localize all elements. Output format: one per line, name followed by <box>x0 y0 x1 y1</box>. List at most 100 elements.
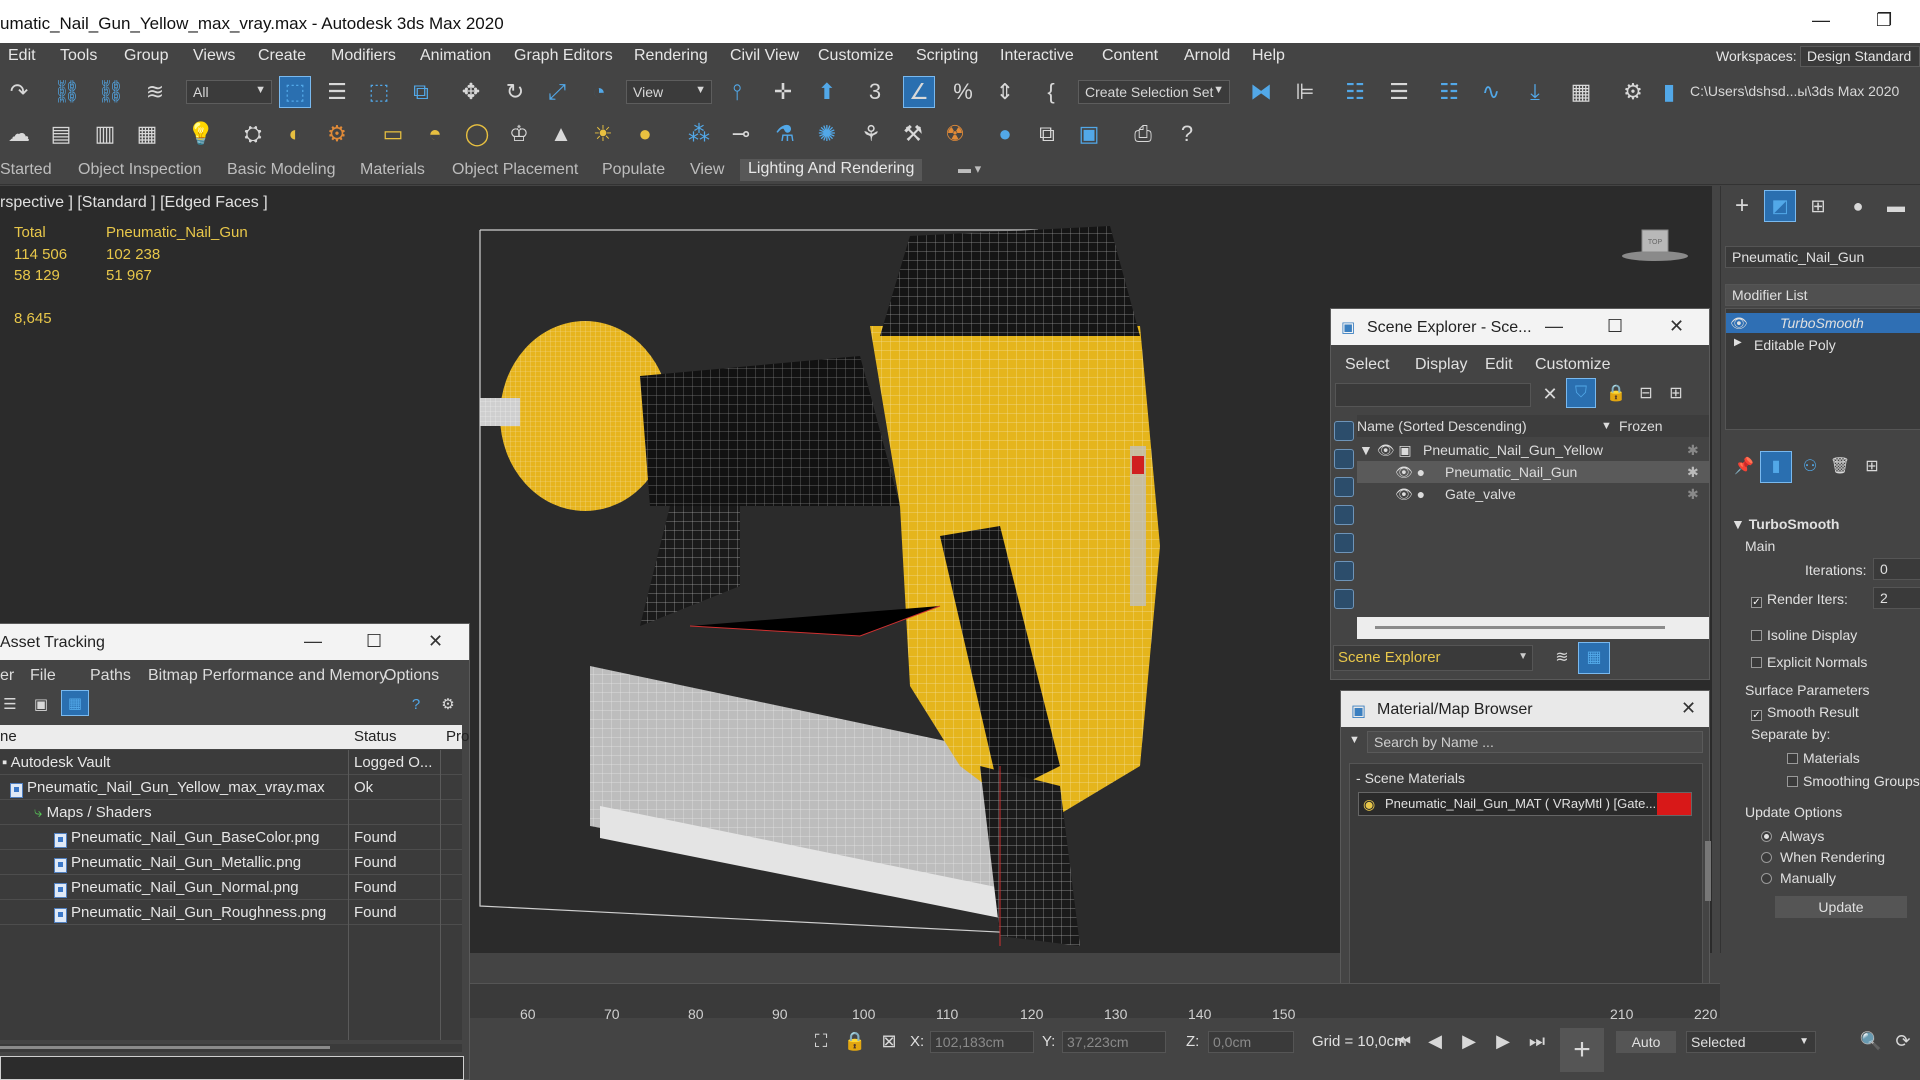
proxy-icon[interactable]: ⚒ <box>898 119 928 149</box>
material-item[interactable]: ◉ Pneumatic_Nail_Gun_MAT ( VRayMtl ) [Ga… <box>1358 792 1692 816</box>
material-search-input[interactable]: Search by Name ... <box>1367 731 1703 753</box>
undo-icon[interactable]: ↷ <box>4 77 34 107</box>
fur-icon[interactable]: ⚘ <box>856 119 886 149</box>
lock-icon[interactable]: 🔒 <box>1601 379 1631 409</box>
minimize-icon[interactable]: — <box>304 631 322 652</box>
hierarchy-icon[interactable]: ⊟ <box>1631 379 1661 409</box>
expand-arrow-icon[interactable]: ▶ <box>1734 337 1742 348</box>
col-frozen[interactable]: Frozen <box>1619 418 1663 434</box>
render-settings-icon[interactable]: ⚙ <box>322 119 352 149</box>
freeze-icon[interactable]: ✱ <box>1687 486 1699 503</box>
configure-sets-icon[interactable]: ⊞ <box>1857 452 1887 482</box>
hierarchy-tab-icon[interactable]: ⊞ <box>1803 191 1833 221</box>
snap-3d-icon[interactable]: 3 <box>860 77 890 107</box>
play-icon[interactable]: ▶ <box>1454 1026 1484 1056</box>
light-bulb-icon[interactable]: 💡 <box>186 119 216 149</box>
y-coordinate-field[interactable]: 37,223cm <box>1062 1031 1166 1053</box>
asset-row-roughness[interactable]: Pneumatic_Nail_Gun_Roughness.png Found <box>0 900 462 925</box>
asset-row-maps[interactable]: ⤷ Maps / Shaders <box>0 800 462 825</box>
remove-modifier-icon[interactable]: 🗑 <box>1825 452 1855 482</box>
sphere-light-icon[interactable]: ◯ <box>462 119 492 149</box>
asset-menu-paths[interactable]: Paths <box>90 667 131 685</box>
asset-path-field[interactable] <box>0 1056 464 1080</box>
spacewarps-filter-icon[interactable] <box>1334 561 1354 581</box>
goto-end-icon[interactable]: ⏭ <box>1522 1026 1552 1056</box>
move-icon[interactable]: ✥ <box>456 77 486 107</box>
isolate-icon[interactable]: ⛶ <box>806 1026 836 1056</box>
display-tab-icon[interactable]: ▬ <box>1881 191 1911 221</box>
dome-light-icon[interactable]: ◓ <box>420 119 450 149</box>
menu-customize[interactable]: Customize <box>818 47 894 65</box>
spinner-snap-icon[interactable]: ⇕ <box>990 77 1020 107</box>
camera-icon[interactable]: ⛭ <box>238 119 268 149</box>
menu-help[interactable]: Help <box>1252 47 1285 65</box>
edit-named-selection-icon[interactable]: { <box>1036 77 1066 107</box>
ribbon-options-icon[interactable]: ▬ ▾ <box>958 161 981 177</box>
update-button[interactable]: Update <box>1775 896 1907 918</box>
named-selection-dropdown[interactable]: Create Selection Set ▼ <box>1078 80 1230 104</box>
tab-lighting-and-rendering[interactable]: Lighting And Rendering <box>740 159 923 181</box>
isoline-checkbox[interactable]: Isoline Display <box>1751 627 1857 643</box>
sun-position-icon[interactable]: ◐ <box>280 119 310 149</box>
maximize-icon[interactable]: ☐ <box>1607 316 1623 337</box>
modifier-list-dropdown[interactable]: Modifier List <box>1725 284 1920 306</box>
menu-scripting[interactable]: Scripting <box>916 47 978 65</box>
scene-row-group[interactable]: ▼ 👁 ▣ Pneumatic_Nail_Gun_Yellow ✱ <box>1357 439 1709 461</box>
col-name-sorted[interactable]: Name (Sorted Descending) <box>1357 418 1527 434</box>
manually-radio[interactable]: Manually <box>1761 870 1836 886</box>
menu-rendering[interactable]: Rendering <box>634 47 708 65</box>
stack-item-turbosmooth[interactable]: 👁 TurboSmooth <box>1726 313 1920 333</box>
menu-interactive[interactable]: Interactive <box>1000 47 1074 65</box>
menu-animation[interactable]: Animation <box>420 47 491 65</box>
unlink-icon[interactable]: ⛓ <box>96 77 126 107</box>
scrollbar-thumb[interactable] <box>1375 626 1665 629</box>
reference-coord-dropdown[interactable]: View ▼ <box>626 80 712 104</box>
rotate-icon[interactable]: ↻ <box>500 77 530 107</box>
smoothing-groups-checkbox[interactable]: Smoothing Groups <box>1787 773 1920 789</box>
select-by-name-icon[interactable]: ☰ <box>322 77 352 107</box>
asset-menu-file[interactable]: File <box>30 667 56 685</box>
geometry-filter-icon[interactable] <box>1334 421 1354 441</box>
col-proxy[interactable]: Pro <box>446 728 469 745</box>
placement-icon[interactable]: ◔ <box>584 77 614 107</box>
set-key-icon[interactable]: + <box>1560 1028 1604 1072</box>
filter-icon[interactable]: ⛉ <box>1566 378 1596 408</box>
absolute-mode-icon[interactable]: ⊠ <box>874 1026 904 1056</box>
asset-row-normal[interactable]: Pneumatic_Nail_Gun_Normal.png Found <box>0 875 462 900</box>
window-crossing-icon[interactable]: ⧉ <box>406 77 436 107</box>
menu-tools[interactable]: Tools <box>60 47 97 65</box>
open-file-icon[interactable]: ▤ <box>46 119 76 149</box>
selection-filter-dropdown[interactable]: All ▼ <box>186 80 272 104</box>
timeline-ruler[interactable]: 60 70 80 90 100 110 120 130 140 150 210 … <box>470 983 1720 1022</box>
mirror-icon[interactable]: ⧓ <box>1246 77 1276 107</box>
col-status[interactable]: Status <box>354 728 397 745</box>
menu-arnold[interactable]: Arnold <box>1184 47 1230 65</box>
explorer-selector-dropdown[interactable]: Scene Explorer ▼ <box>1333 645 1533 671</box>
sampler-icon[interactable]: ⊸ <box>726 119 756 149</box>
material-browser-titlebar[interactable]: ▣ Material/Map Browser ✕ <box>1341 691 1709 727</box>
cameras-filter-icon[interactable] <box>1334 505 1354 525</box>
layer-explorer-icon[interactable]: ☰ <box>1384 77 1414 107</box>
menu-group[interactable]: Group <box>124 47 168 65</box>
key-filter-dropdown[interactable]: Selected ▼ <box>1686 1031 1816 1053</box>
x-coordinate-field[interactable]: 102,183cm <box>930 1031 1034 1053</box>
menu-views[interactable]: Views <box>193 47 235 65</box>
close-icon[interactable]: ✕ <box>1681 698 1696 719</box>
spot-light-icon[interactable]: ▲ <box>546 119 576 149</box>
asset-menu-options[interactable]: Options <box>384 667 439 685</box>
create-tab-icon[interactable]: + <box>1727 191 1757 221</box>
rollout-turbosmooth[interactable]: ▼ TurboSmooth <box>1731 516 1839 532</box>
list-view-icon[interactable]: ☰ <box>0 689 20 719</box>
percent-snap-icon[interactable]: % <box>948 77 978 107</box>
modify-tab-icon[interactable]: ◩ <box>1764 190 1796 222</box>
expand-arrow-icon[interactable]: ▼ 👁 ▣ <box>1359 442 1412 459</box>
hierarchy-view-icon[interactable]: ▦ <box>1578 642 1610 674</box>
make-unique-icon[interactable]: ⚇ <box>1795 452 1825 482</box>
close-icon[interactable]: ✕ <box>1669 316 1684 337</box>
helpers-filter-icon[interactable] <box>1334 533 1354 553</box>
shapes-filter-icon[interactable] <box>1334 449 1354 469</box>
lights-filter-icon[interactable] <box>1334 477 1354 497</box>
freeze-icon[interactable]: ✱ <box>1687 442 1699 459</box>
material-map-browser[interactable]: ▣ Material/Map Browser ✕ ▼ Search by Nam… <box>1340 690 1711 1015</box>
schematic-view-icon[interactable]: ⤓ <box>1520 77 1550 107</box>
